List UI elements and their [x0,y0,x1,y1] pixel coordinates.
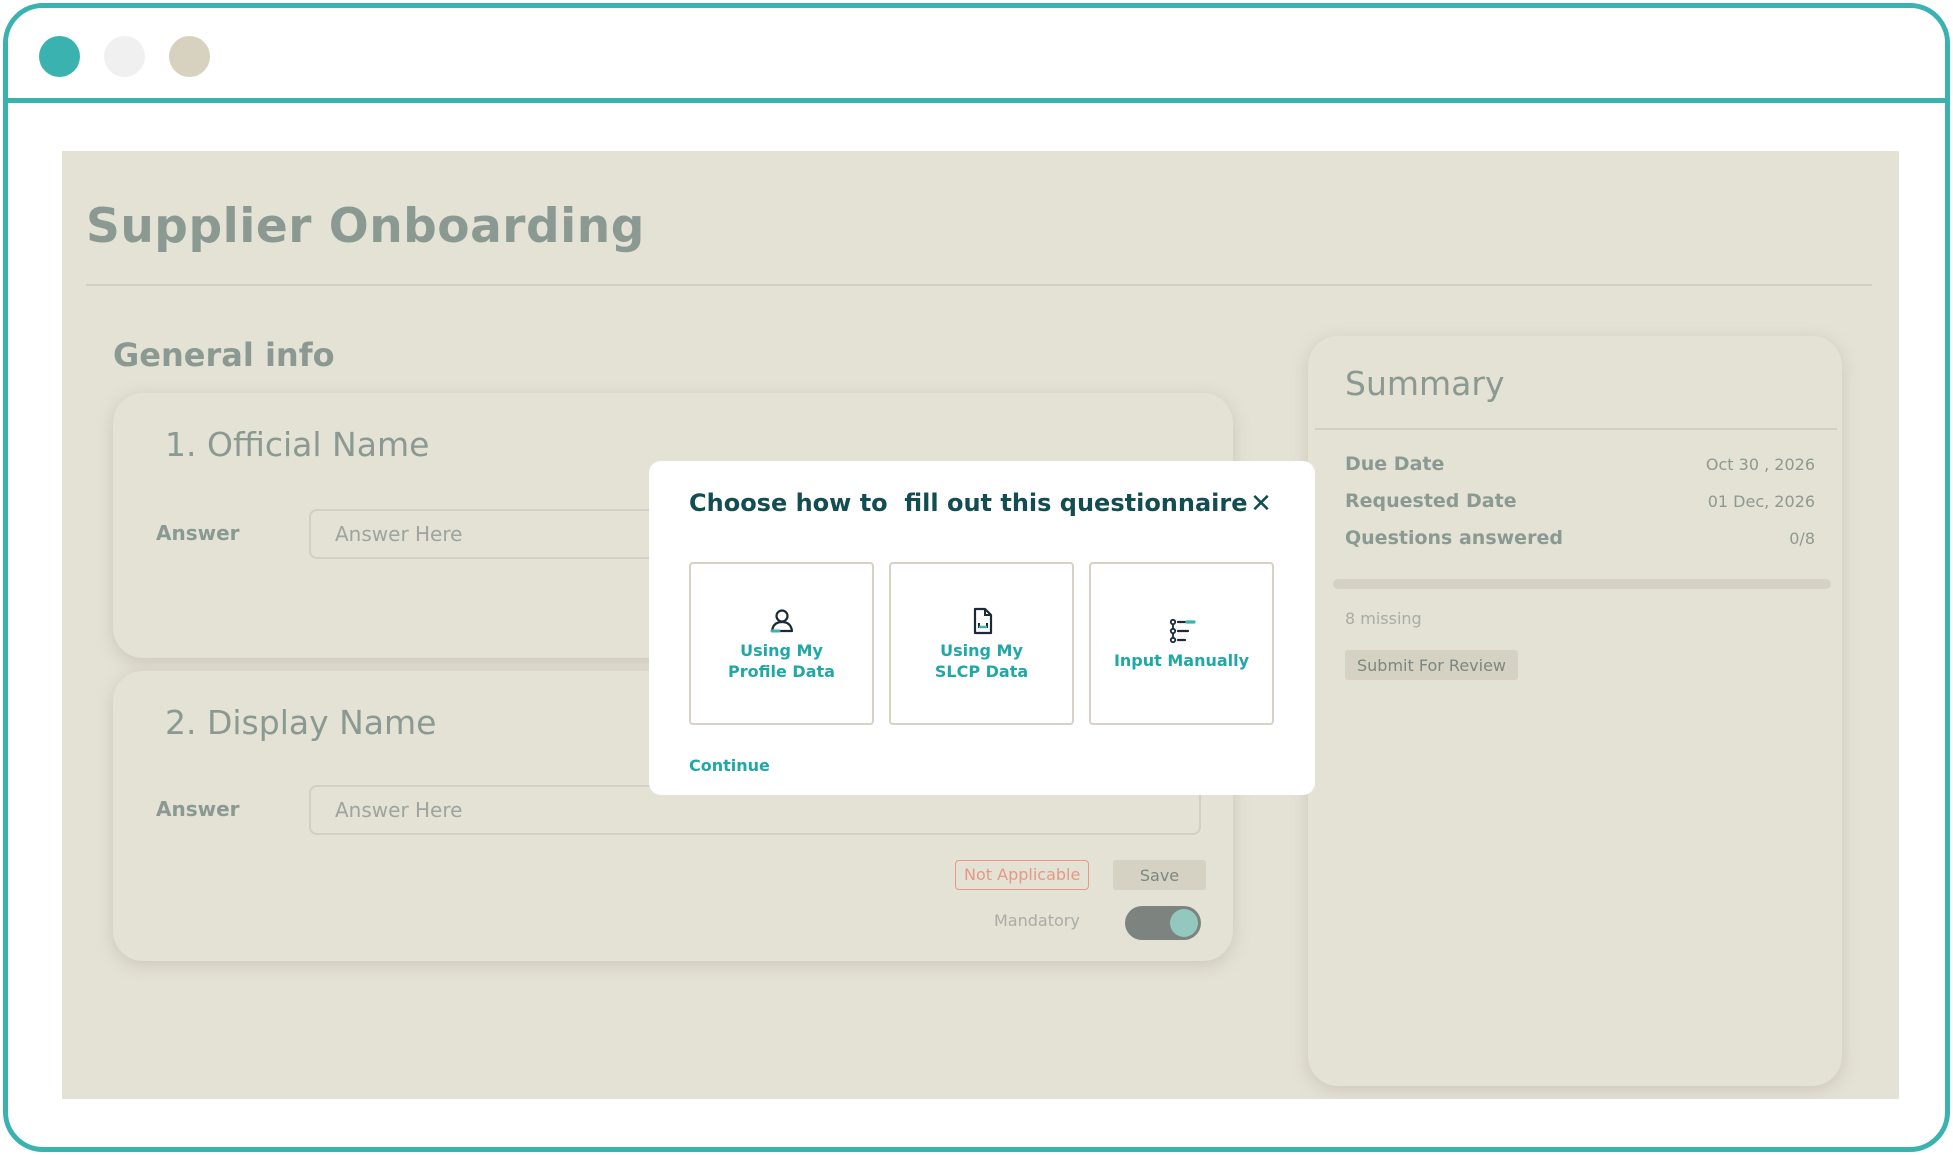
questions-answered-value: 0/8 [1789,529,1815,548]
list-edit-icon [1169,618,1196,644]
due-date-value: Oct 30 , 2026 [1705,455,1815,474]
requested-date-label: Requested Date [1345,490,1517,512]
close-icon[interactable]: ✕ [1246,489,1276,519]
continue-link[interactable]: Continue [689,756,770,775]
missing-count: 8 missing [1345,609,1422,628]
document-icon [973,607,992,634]
progress-bar [1333,579,1831,589]
modal-title: Choose how to fill out this questionnair… [689,489,1248,517]
title-divider [86,284,1872,286]
option-label: Using My SLCP Data [934,640,1029,681]
option-label: Input Manually [1113,651,1250,670]
mandatory-label: Mandatory [994,911,1080,930]
window-maximize-dot[interactable] [169,36,210,77]
requested-date-value: 01 Dec, 2026 [1707,492,1815,511]
due-date-label: Due Date [1345,453,1445,475]
question-title: 1. Official Name [165,425,430,464]
summary-title: Summary [1345,364,1505,403]
questions-answered-row: Questions answered 0/8 [1345,527,1815,549]
due-date-row: Due Date Oct 30 , 2026 [1345,453,1815,475]
toggle-knob [1170,909,1198,937]
page-title: Supplier Onboarding [86,199,645,254]
title-bar [8,8,1945,103]
app-window: Supplier Onboarding General info 1. Offi… [3,3,1950,1152]
questions-answered-label: Questions answered [1345,527,1563,549]
option-label: Using My Profile Data [728,640,835,681]
option-input-manually[interactable]: Input Manually [1089,562,1274,725]
option-slcp-data[interactable]: Using My SLCP Data [889,562,1074,725]
option-profile-data[interactable]: Using My Profile Data [689,562,874,725]
fill-method-modal: Choose how to fill out this questionnair… [649,461,1315,795]
requested-date-row: Requested Date 01 Dec, 2026 [1345,490,1815,512]
answer-label: Answer [156,521,240,545]
question-title: 2. Display Name [165,703,437,742]
save-button[interactable]: Save [1113,860,1206,890]
not-applicable-button[interactable]: Not Applicable [955,860,1090,890]
user-icon [770,608,793,632]
summary-panel: Summary Due Date Oct 30 , 2026 Requested… [1308,336,1842,1086]
summary-divider [1315,428,1837,430]
mandatory-toggle[interactable] [1125,906,1201,940]
window-minimize-dot[interactable] [104,36,145,77]
submit-for-review-button[interactable]: Submit For Review [1345,650,1519,680]
answer-label: Answer [156,797,240,821]
section-title: General info [113,336,335,374]
window-close-dot[interactable] [39,36,80,77]
